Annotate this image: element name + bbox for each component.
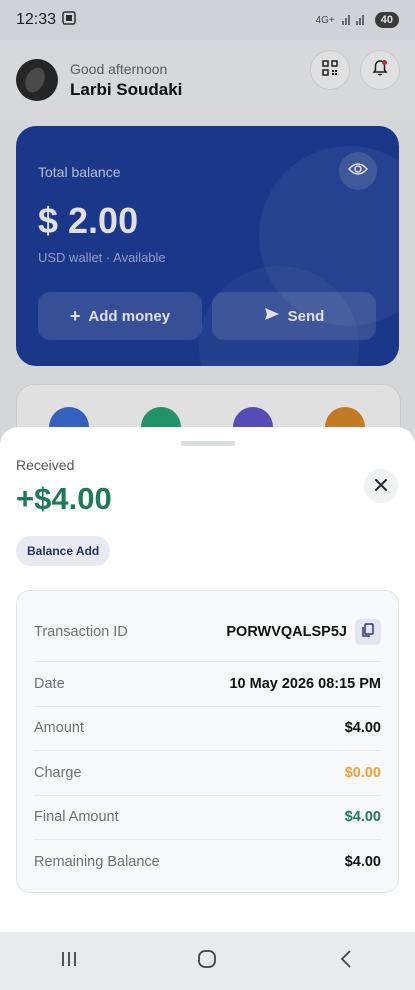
close-button[interactable]	[364, 469, 398, 503]
transaction-sheet: Received +$4.00 Balance Add Transaction …	[0, 427, 415, 932]
sheet-handle[interactable]	[181, 441, 235, 446]
detail-label: Charge	[34, 764, 82, 781]
charge-value: $0.00	[344, 764, 381, 781]
back-icon	[338, 949, 354, 974]
final-amount-value: $4.00	[344, 809, 381, 826]
detail-row-date: Date 10 May 2026 08:15 PM	[34, 662, 381, 707]
transaction-id-value: PORWVQALSP5J	[226, 624, 347, 640]
transaction-details: Transaction ID PORWVQALSP5J Date 10 May …	[16, 590, 399, 893]
recents-icon	[59, 949, 79, 974]
copy-icon	[361, 623, 375, 641]
received-label: Received	[16, 457, 75, 473]
home-button[interactable]	[177, 941, 237, 981]
back-button[interactable]	[316, 941, 376, 981]
detail-label: Transaction ID	[34, 624, 128, 640]
close-icon	[374, 475, 388, 498]
amount-value: $4.00	[344, 720, 381, 737]
home-icon	[197, 949, 217, 974]
detail-row-remaining-balance: Remaining Balance $4.00	[34, 840, 381, 884]
detail-row-charge: Charge $0.00	[34, 751, 381, 796]
detail-row-final-amount: Final Amount $4.00	[34, 796, 381, 840]
received-amount: +$4.00	[16, 481, 112, 516]
detail-label: Final Amount	[34, 809, 119, 826]
detail-label: Date	[34, 675, 65, 692]
remaining-balance-value: $4.00	[344, 853, 381, 870]
date-value: 10 May 2026 08:15 PM	[229, 675, 381, 692]
detail-row-transaction-id: Transaction ID PORWVQALSP5J	[34, 603, 381, 662]
detail-row-amount: Amount $4.00	[34, 707, 381, 751]
detail-label: Amount	[34, 720, 84, 737]
system-nav-bar	[0, 932, 415, 990]
recents-button[interactable]	[39, 941, 99, 981]
copy-button[interactable]	[355, 619, 381, 645]
detail-label: Remaining Balance	[34, 853, 160, 870]
type-badge: Balance Add	[16, 536, 111, 566]
